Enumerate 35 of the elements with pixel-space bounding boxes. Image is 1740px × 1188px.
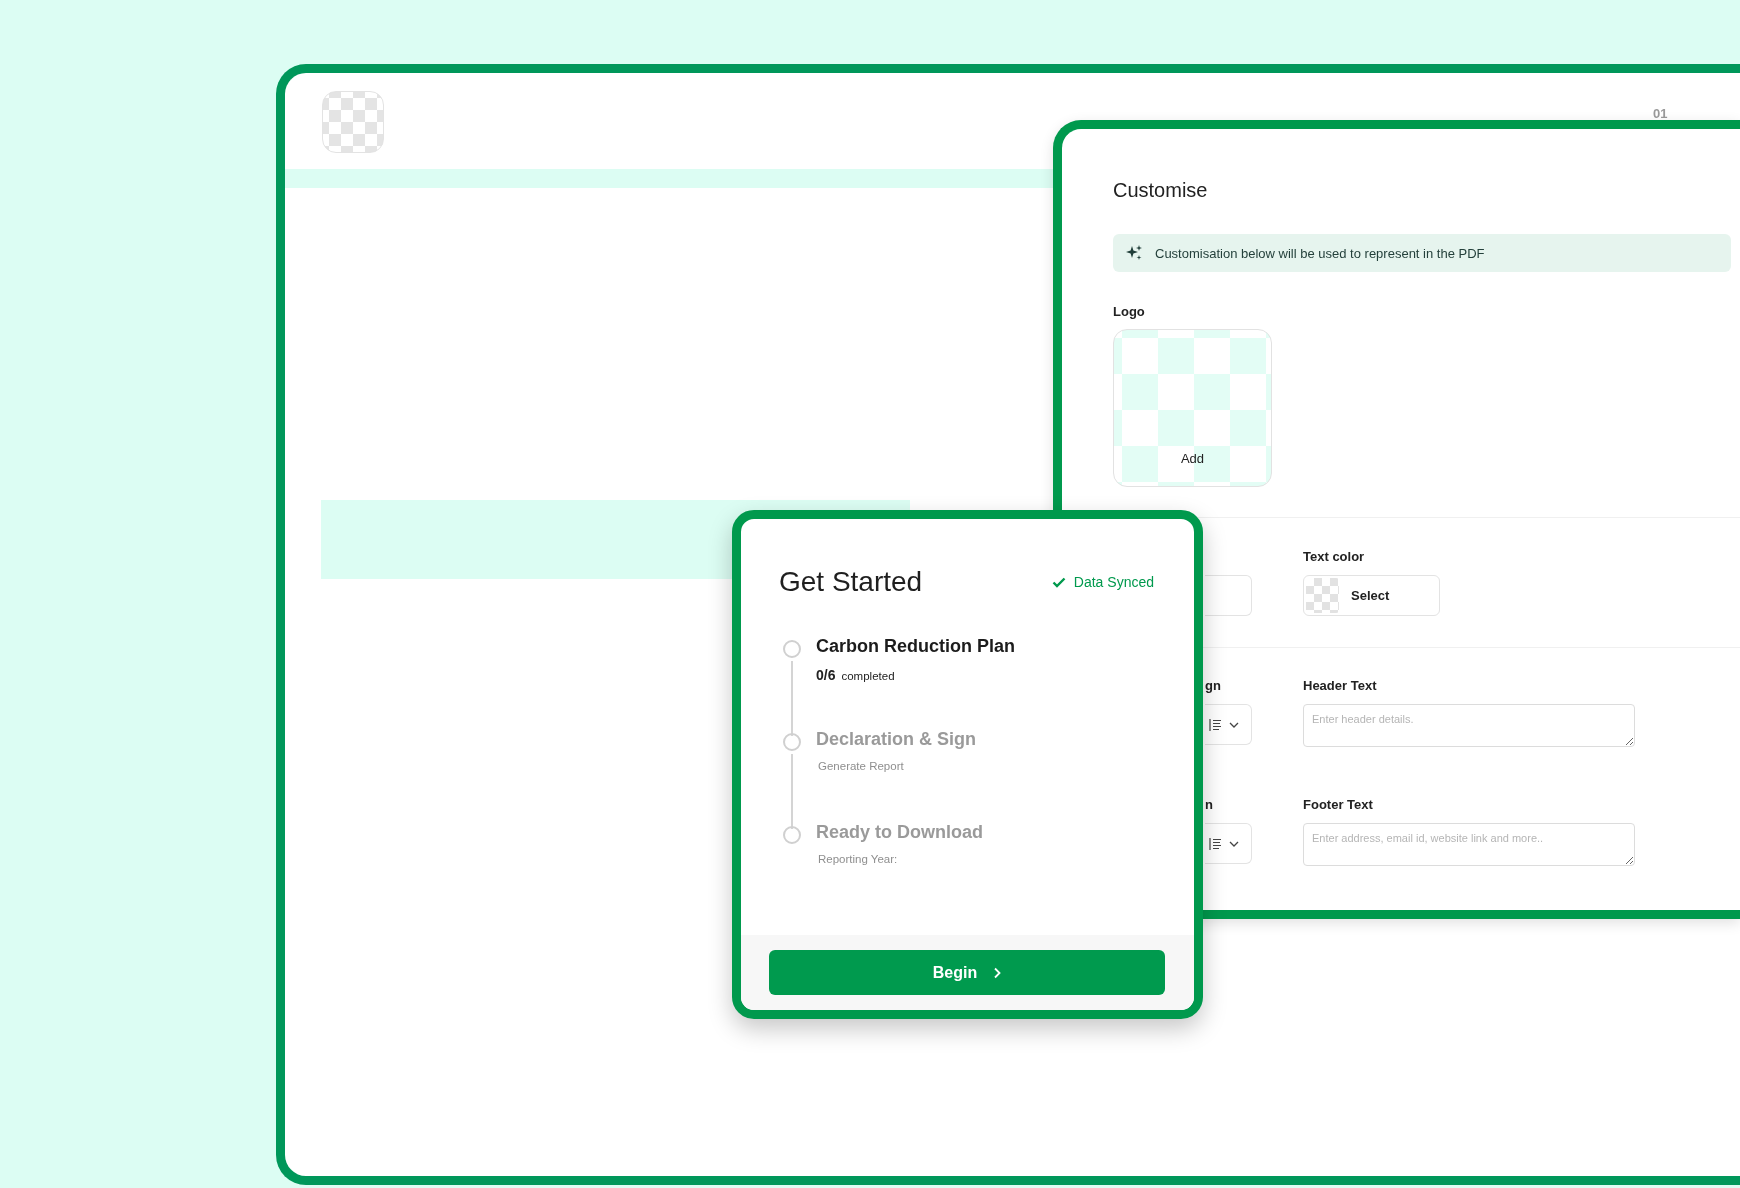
panel-title: Customise [1113, 178, 1208, 202]
align-dropdown[interactable] [1205, 704, 1252, 745]
field-label: n [1204, 797, 1214, 813]
step-detail: Generate Report [818, 760, 904, 772]
step-circle [783, 640, 801, 658]
step-title: Ready to Download [816, 821, 983, 843]
banner-text: Customisation below will be used to represent in the PDF [1155, 245, 1485, 261]
chevron-right-icon [993, 966, 1002, 979]
field-label: Header Text [1303, 678, 1378, 694]
step-detail: Reporting Year: [818, 853, 898, 865]
field-label: Footer Text [1303, 797, 1374, 813]
input-field[interactable]: Enter header details. [1303, 704, 1635, 747]
align-dropdown[interactable] [1205, 823, 1252, 864]
input-field[interactable] [1205, 575, 1252, 616]
field-label: Text color [1303, 549, 1366, 565]
begin-button[interactable]: Begin [769, 950, 1165, 995]
logo-placeholder [322, 91, 384, 153]
input-field[interactable]: Enter address, email id, website link and more.. [1303, 823, 1635, 866]
align-icon [1209, 718, 1222, 731]
color-swatch [1306, 578, 1339, 613]
step-count: 0/6 [816, 667, 836, 683]
caret-icon [1229, 840, 1239, 847]
page-number: 01 [1653, 106, 1668, 121]
field-label: gn [1204, 678, 1222, 694]
step-title: Declaration & Sign [816, 728, 977, 750]
caret-icon [1229, 721, 1239, 728]
sync-text: Data Synced [1073, 574, 1154, 590]
card-title: Get Started [779, 565, 923, 599]
logo-upload[interactable]: Add [1113, 329, 1272, 487]
step-title: Carbon Reduction Plan [816, 635, 1015, 657]
select-button[interactable]: Select [1303, 575, 1440, 616]
step-detail: completed [841, 670, 895, 682]
field-label: Logo [1113, 304, 1145, 320]
check-icon [1051, 576, 1066, 588]
align-icon [1209, 837, 1222, 850]
